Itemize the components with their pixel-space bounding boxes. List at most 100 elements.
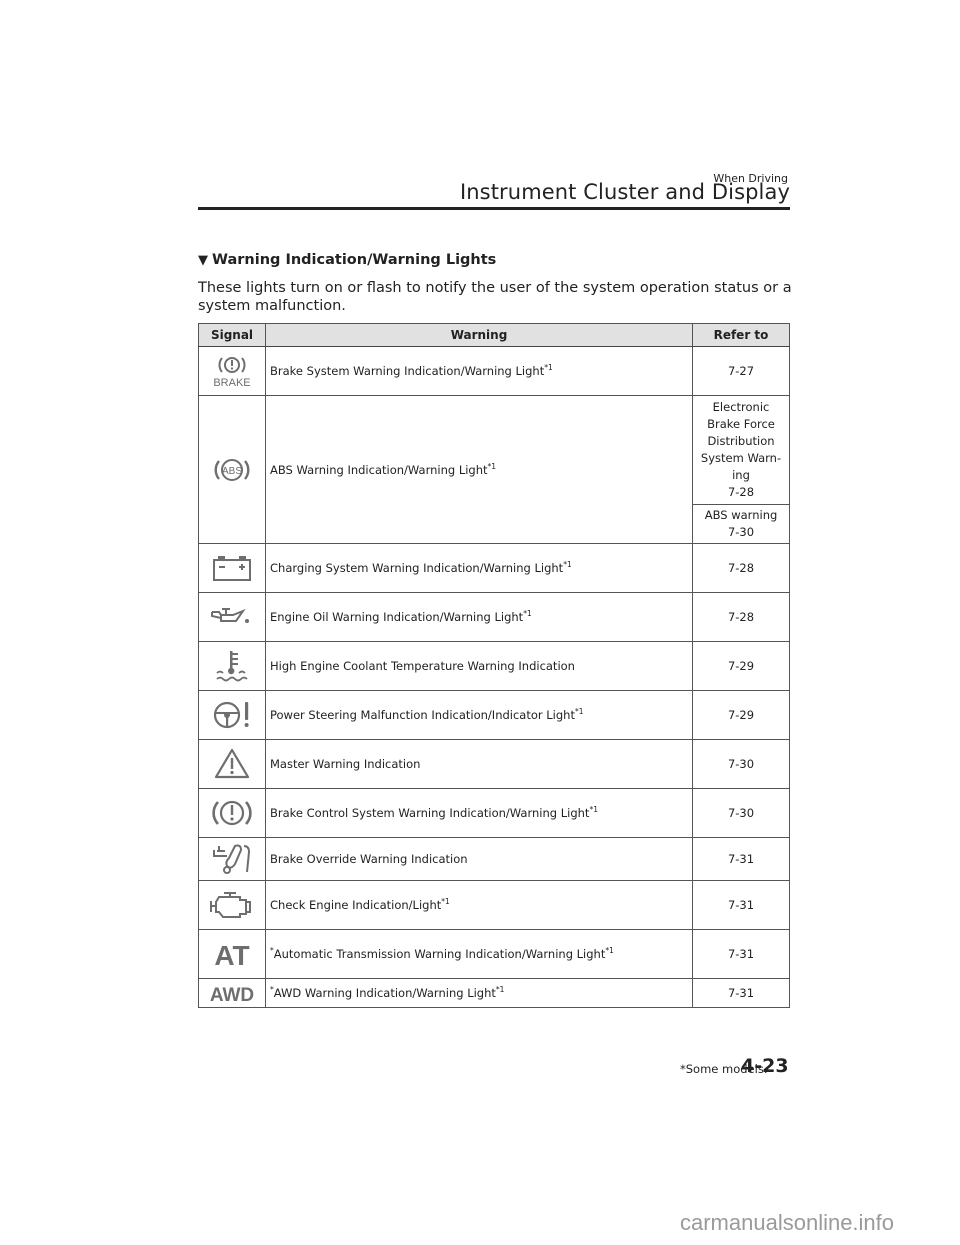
- brake-icon-label: BRAKE: [213, 377, 250, 389]
- table-row: BRAKE Brake System Warning Indication/Wa…: [198, 346, 790, 396]
- steering-wheel-warning-icon: [213, 701, 249, 729]
- footnote-marker: *1: [563, 560, 572, 570]
- section-heading: ▼ Warning Indication/Warning Lights: [198, 252, 496, 268]
- refer-cell: 7-31: [692, 837, 790, 881]
- column-header-warning: Warning: [265, 323, 693, 347]
- table-row: Brake Control System Warning Indication/…: [198, 788, 790, 838]
- warning-text: Brake Control System Warning Indication/…: [270, 806, 590, 820]
- warning-cell: *Automatic Transmission Warning Indicati…: [265, 929, 693, 979]
- master-warning-triangle-icon: [214, 748, 250, 779]
- table-row: AT *Automatic Transmission Warning Indic…: [198, 929, 790, 979]
- refer-cell: 7-28: [692, 543, 790, 593]
- refer-line: ABS warning: [704, 508, 778, 522]
- warning-cell: Check Engine Indication/Light*1: [265, 880, 693, 930]
- signal-cell: [198, 592, 266, 642]
- coolant-temperature-icon: [216, 651, 248, 682]
- warning-text: Brake System Warning Indication/Warning …: [270, 364, 545, 378]
- refer-line: Brake Force: [707, 417, 775, 431]
- warning-cell: Brake Override Warning Indication: [265, 837, 693, 881]
- signal-cell: [198, 837, 266, 881]
- abs-icon-label: ABS: [222, 466, 242, 477]
- warning-lights-table: Signal Warning Refer to BRAKE Brake Syst…: [198, 323, 790, 1008]
- refer-cell: 7-29: [692, 690, 790, 740]
- warning-cell: Brake Control System Warning Indication/…: [265, 788, 693, 838]
- signal-cell: AWD: [198, 978, 266, 1008]
- warning-cell: Charging System Warning Indication/Warni…: [265, 543, 693, 593]
- brake-override-icon: [213, 844, 251, 874]
- abs-warning-icon: ABS: [214, 458, 250, 481]
- signal-cell: BRAKE: [198, 346, 266, 396]
- refer-line: Electronic: [712, 400, 770, 414]
- refer-cell: 7-29: [692, 641, 790, 691]
- table-row: High Engine Coolant Temperature Warning …: [198, 641, 790, 691]
- refer-cell: 7-30: [692, 788, 790, 838]
- refer-line: 7-30: [727, 525, 755, 539]
- warning-text: Engine Oil Warning Indication/Warning Li…: [270, 610, 524, 624]
- warning-cell: ABS Warning Indication/Warning Light*1: [265, 395, 693, 544]
- column-header-refer: Refer to: [692, 323, 790, 347]
- warning-text: High Engine Coolant Temperature Warning …: [270, 659, 575, 673]
- brake-warning-icon: BRAKE: [213, 357, 251, 389]
- signal-cell: AT: [198, 929, 266, 979]
- warning-cell: Engine Oil Warning Indication/Warning Li…: [265, 592, 693, 642]
- refer-line: ing: [732, 468, 750, 482]
- oil-can-icon: [211, 608, 249, 623]
- refer-cell: 7-31: [692, 880, 790, 930]
- warning-text: Automatic Transmission Warning Indicatio…: [273, 947, 606, 961]
- table-row: Engine Oil Warning Indication/Warning Li…: [198, 592, 790, 642]
- warning-text: Check Engine Indication/Light: [270, 898, 442, 912]
- refer-line: System Warn-: [700, 451, 782, 465]
- table-row: Power Steering Malfunction Indication/In…: [198, 690, 790, 740]
- warning-text: Charging System Warning Indication/Warni…: [270, 561, 564, 575]
- refer-cell: 7-28: [692, 592, 790, 642]
- column-header-signal: Signal: [198, 323, 266, 347]
- section-heading-text: Warning Indication/Warning Lights: [212, 252, 497, 268]
- table-row: AWD *AWD Warning Indication/Warning Ligh…: [198, 978, 790, 1008]
- check-engine-icon: [210, 892, 251, 918]
- table-header-row: Signal Warning Refer to: [198, 323, 790, 347]
- table-row: ABS ABS Warning Indication/Warning Light…: [198, 395, 790, 544]
- table-row: Check Engine Indication/Light*1 7-31: [198, 880, 790, 930]
- warning-text: Master Warning Indication: [270, 757, 421, 771]
- warning-cell: Brake System Warning Indication/Warning …: [265, 346, 693, 396]
- signal-cell: [198, 690, 266, 740]
- footnote-marker: *1: [495, 985, 505, 995]
- signal-cell: [198, 739, 266, 789]
- footnote-marker: *1: [487, 461, 497, 471]
- header-rule: [198, 207, 790, 210]
- warning-cell: Power Steering Malfunction Indication/In…: [265, 690, 693, 740]
- footnote-marker: *1: [605, 946, 614, 956]
- awd-icon: AWD: [210, 985, 254, 1004]
- signal-cell: [198, 641, 266, 691]
- warning-text: AWD Warning Indication/Warning Light: [273, 986, 496, 1000]
- signal-cell: [198, 880, 266, 930]
- brake-control-warning-icon: [212, 800, 252, 826]
- table-row: Charging System Warning Indication/Warni…: [198, 543, 790, 593]
- battery-icon: [213, 556, 251, 581]
- refer-cell: 7-30: [692, 739, 790, 789]
- footnote-marker: *1: [441, 897, 450, 907]
- footnote-marker: *1: [523, 609, 532, 619]
- footnote-marker: *1: [589, 805, 598, 815]
- at-icon-label: AT: [214, 940, 249, 969]
- intro-paragraph: These lights turn on or flash to notify …: [198, 280, 792, 314]
- footnote-marker: *1: [544, 363, 553, 373]
- page-number: 4-23: [741, 1055, 789, 1077]
- signal-cell: [198, 788, 266, 838]
- table-row: Master Warning Indication 7-30: [198, 739, 790, 789]
- refer-cell: 7-31: [692, 929, 790, 979]
- refer-cell: 7-31: [692, 978, 790, 1008]
- awd-icon-label: AWD: [210, 985, 254, 1004]
- warning-text: ABS Warning Indication/Warning Light: [270, 462, 488, 477]
- refer-cell: Electronic Brake Force Distribution Syst…: [692, 395, 790, 505]
- footnote-marker: *1: [574, 707, 584, 717]
- warning-cell: *AWD Warning Indication/Warning Light*1: [265, 978, 693, 1008]
- warning-cell: High Engine Coolant Temperature Warning …: [265, 641, 693, 691]
- watermark: carmanualsonline.info: [680, 1210, 895, 1235]
- warning-cell: Master Warning Indication: [265, 739, 693, 789]
- warning-text: Brake Override Warning Indication: [270, 852, 468, 866]
- signal-cell: ABS: [198, 395, 266, 544]
- refer-line: Distribution: [707, 434, 775, 448]
- warning-text: Power Steering Malfunction Indication/In…: [270, 708, 575, 722]
- page-title: Instrument Cluster and Display: [459, 180, 790, 204]
